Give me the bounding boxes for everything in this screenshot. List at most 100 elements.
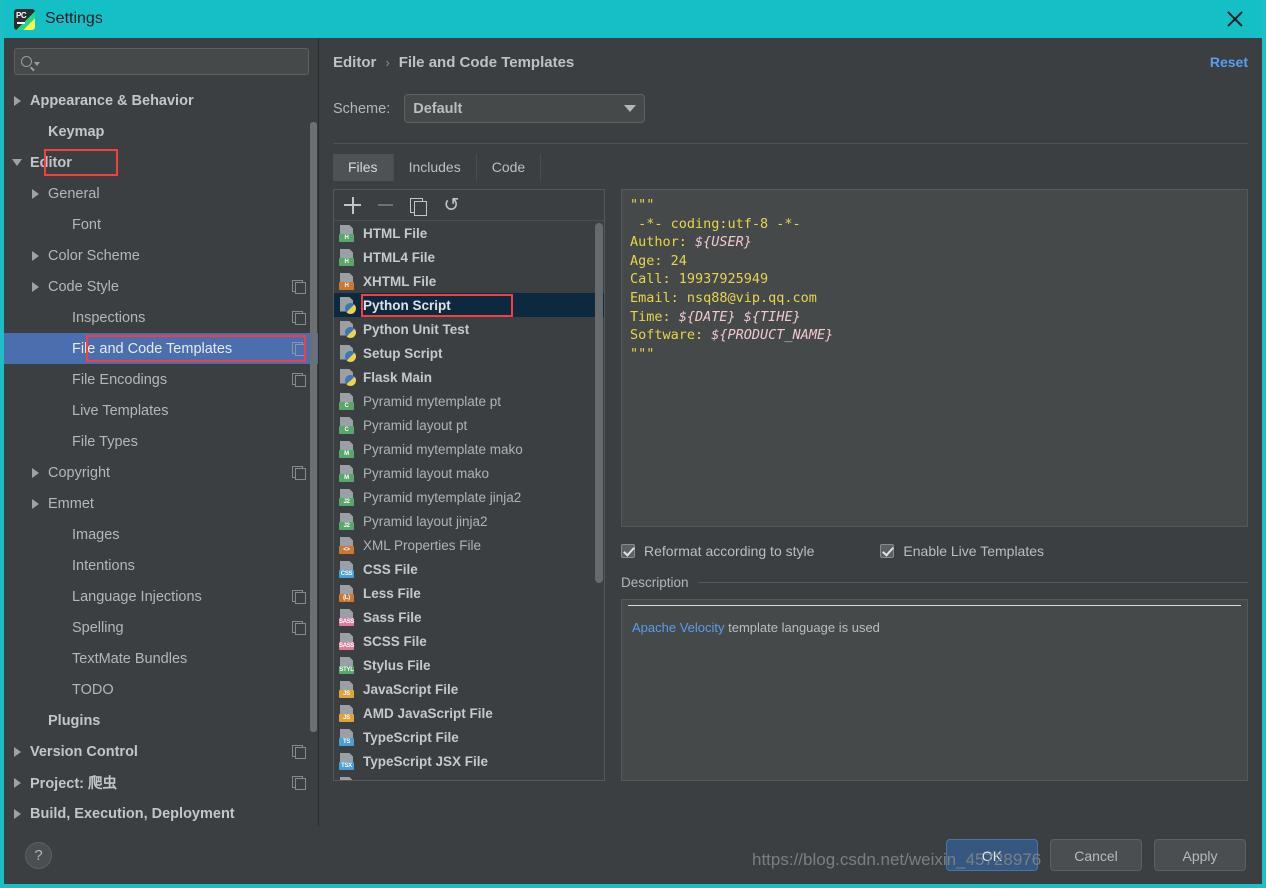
sidebar-item-file-and-code-templates[interactable]: File and Code Templates: [4, 333, 319, 364]
description-divider: [698, 582, 1248, 583]
close-icon[interactable]: [1222, 6, 1248, 32]
sidebar-item-general[interactable]: General: [4, 178, 319, 209]
sidebar-item-todo[interactable]: TODO: [4, 674, 319, 705]
chevron-right-icon[interactable]: [10, 747, 24, 757]
chevron-right-icon[interactable]: [28, 468, 42, 478]
template-code-editor[interactable]: """ -*- coding:utf-8 -*-Author: ${USER}A…: [621, 189, 1248, 527]
sidebar-item-version-control[interactable]: Version Control: [4, 736, 319, 767]
chevron-right-icon[interactable]: [10, 778, 24, 788]
sidebar-item-textmate-bundles[interactable]: TextMate Bundles: [4, 643, 319, 674]
template-list-item[interactable]: TSTypeScript File: [334, 725, 604, 749]
code-line: """: [630, 345, 1239, 364]
cancel-button[interactable]: Cancel: [1050, 839, 1142, 871]
undo-icon[interactable]: ↺: [443, 197, 460, 214]
template-list-item[interactable]: Python Script: [334, 293, 604, 317]
chevron-right-icon[interactable]: [28, 282, 42, 292]
search-input[interactable]: [40, 54, 302, 69]
live-templates-checkbox[interactable]: [880, 544, 894, 558]
tab-files[interactable]: Files: [333, 154, 394, 181]
scheme-select[interactable]: Default: [404, 94, 645, 123]
template-list-item-label: CSS File: [363, 562, 418, 577]
template-list-item[interactable]: HHTML4 File: [334, 245, 604, 269]
breadcrumb-separator-icon: ›: [385, 55, 389, 70]
template-list-item[interactable]: Flask Main: [334, 365, 604, 389]
sidebar-item-file-encodings[interactable]: File Encodings: [4, 364, 319, 395]
sidebar-item-font[interactable]: Font: [4, 209, 319, 240]
template-list-item[interactable]: SASSSCSS File: [334, 629, 604, 653]
sidebar-item-intentions[interactable]: Intentions: [4, 550, 319, 581]
chevron-right-icon[interactable]: [28, 499, 42, 509]
template-list-item[interactable]: CPyramid layout pt: [334, 413, 604, 437]
template-list-item[interactable]: TSXTypeScript JSX File: [334, 749, 604, 773]
help-button[interactable]: ?: [25, 842, 52, 869]
sidebar-item-build-execution-deployment[interactable]: Build, Execution, Deployment: [4, 798, 319, 829]
sidebar-item-keymap[interactable]: Keymap: [4, 116, 319, 147]
sidebar-item-images[interactable]: Images: [4, 519, 319, 550]
sidebar-item-project[interactable]: Project: 爬虫: [4, 767, 319, 798]
sidebar-item-color-scheme[interactable]: Color Scheme: [4, 240, 319, 271]
sidebar-item-appearance-behavior[interactable]: Appearance & Behavior: [4, 85, 319, 116]
template-list-item[interactable]: HXHTML File: [334, 269, 604, 293]
tab-includes[interactable]: Includes: [394, 154, 477, 181]
chevron-down-icon[interactable]: [10, 159, 24, 166]
template-list-item[interactable]: JSJavaScript File: [334, 677, 604, 701]
reset-link[interactable]: Reset: [1210, 54, 1248, 70]
sidebar-item-inspections[interactable]: Inspections: [4, 302, 319, 333]
sidebar-item-code-style[interactable]: Code Style: [4, 271, 319, 302]
sidebar-item-file-types[interactable]: File Types: [4, 426, 319, 457]
description-header: Description: [621, 572, 1248, 592]
sidebar-item-label: Code Style: [48, 279, 119, 295]
sidebar-item-live-templates[interactable]: Live Templates: [4, 395, 319, 426]
sidebar-item-label: File Encodings: [72, 372, 167, 388]
scheme-row: Scheme: Default: [333, 94, 1248, 123]
pane-splitter[interactable]: [605, 189, 621, 781]
copy-icon[interactable]: [410, 197, 427, 214]
template-list-scroll: HHTML FileHHTML4 FileHXHTML FilePython S…: [334, 221, 604, 780]
copy-icon: [292, 745, 305, 758]
sidebar-item-label: Inspections: [72, 310, 145, 326]
template-list-item[interactable]: (L)Less File: [334, 581, 604, 605]
sidebar-item-copyright[interactable]: Copyright: [4, 457, 319, 488]
chevron-right-icon[interactable]: [28, 251, 42, 261]
sidebar-item-plugins[interactable]: Plugins: [4, 705, 319, 736]
template-list-item[interactable]: MPyramid mytemplate mako: [334, 437, 604, 461]
file-type-badge: H: [339, 258, 354, 266]
json-file-icon: [339, 777, 356, 781]
template-list-item[interactable]: CPyramid mytemplate pt: [334, 389, 604, 413]
ok-button[interactable]: OK: [946, 839, 1038, 871]
template-list-item[interactable]: Python Unit Test: [334, 317, 604, 341]
template-list-item[interactable]: CSSCSS File: [334, 557, 604, 581]
sidebar-item-language-injections[interactable]: Language Injections: [4, 581, 319, 612]
template-list-item[interactable]: HHTML File: [334, 221, 604, 245]
breadcrumb-item-editor[interactable]: Editor: [333, 54, 376, 71]
chevron-right-icon[interactable]: [28, 189, 42, 199]
reformat-checkbox[interactable]: [621, 544, 635, 558]
template-list-item[interactable]: Setup Script: [334, 341, 604, 365]
chevron-right-icon[interactable]: [10, 809, 24, 819]
plus-icon[interactable]: [344, 197, 361, 214]
template-list-item[interactable]: J2Pyramid layout jinja2: [334, 509, 604, 533]
sidebar-scrollbar[interactable]: [310, 122, 317, 770]
apply-button[interactable]: Apply: [1154, 839, 1246, 871]
sidebar-item-spelling[interactable]: Spelling: [4, 612, 319, 643]
chevron-right-icon[interactable]: [10, 96, 24, 106]
template-list-item-label: Python Unit Test: [363, 322, 469, 337]
template-list-item[interactable]: MPyramid layout mako: [334, 461, 604, 485]
less-file-icon: (L): [339, 585, 356, 602]
sidebar-item-emmet[interactable]: Emmet: [4, 488, 319, 519]
sidebar-item-label: Appearance & Behavior: [30, 93, 194, 109]
template-list-item[interactable]: JSAMD JavaScript File: [334, 701, 604, 725]
settings-sidebar: Appearance & Behavior KeymapEditorGeneral…: [4, 38, 319, 842]
template-tabs: FilesIncludesCode: [333, 154, 1248, 181]
template-list-item[interactable]: J2Pyramid mytemplate jinja2: [334, 485, 604, 509]
template-list-item[interactable]: tsconfig.json: [334, 773, 604, 780]
sidebar-item-editor[interactable]: Editor: [4, 147, 319, 178]
search-input-wrapper[interactable]: [14, 48, 309, 75]
template-list-item[interactable]: <>XML Properties File: [334, 533, 604, 557]
template-list-item[interactable]: STYLStylus File: [334, 653, 604, 677]
template-list-item[interactable]: SASSSass File: [334, 605, 604, 629]
template-editor-pane: """ -*- coding:utf-8 -*-Author: ${USER}A…: [621, 189, 1248, 781]
template-list-scrollbar[interactable]: [595, 223, 603, 778]
tab-code[interactable]: Code: [477, 154, 541, 181]
apache-velocity-link[interactable]: Apache Velocity: [632, 620, 725, 635]
